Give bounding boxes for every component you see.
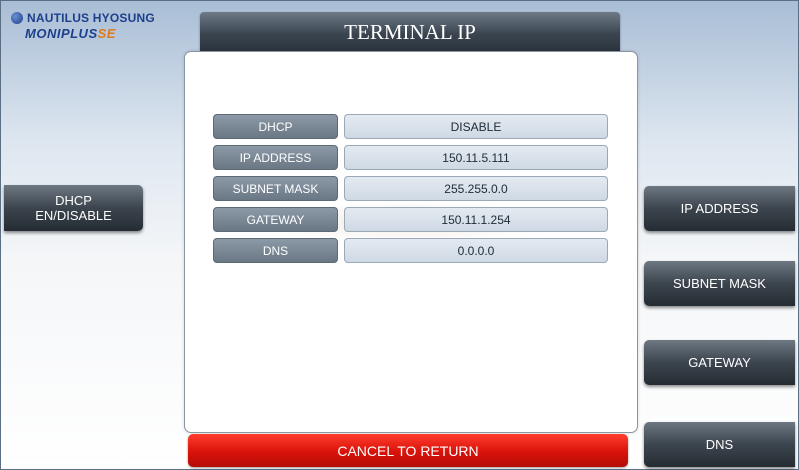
company-name: NAUTILUS HYOSUNG bbox=[27, 11, 155, 25]
dhcp-toggle-button[interactable]: DHCP EN/DISABLE bbox=[4, 185, 143, 231]
setting-row-dns: DNS 0.0.0.0 bbox=[213, 238, 608, 263]
setting-value: 255.255.0.0 bbox=[344, 176, 608, 201]
page-title: TERMINAL IP bbox=[200, 12, 620, 52]
setting-label: SUBNET MASK bbox=[213, 176, 338, 201]
ip-address-button-label: IP ADDRESS bbox=[680, 201, 759, 216]
dns-button-label: DNS bbox=[705, 437, 734, 452]
subnet-mask-button[interactable]: SUBNET MASK bbox=[644, 261, 795, 306]
gateway-button[interactable]: GATEWAY bbox=[644, 340, 795, 385]
setting-value: 0.0.0.0 bbox=[344, 238, 608, 263]
setting-value: 150.11.5.111 bbox=[344, 145, 608, 170]
dns-button[interactable]: DNS bbox=[644, 422, 795, 467]
setting-value: 150.11.1.254 bbox=[344, 207, 608, 232]
ip-address-button[interactable]: IP ADDRESS bbox=[644, 186, 795, 231]
company-name-line: NAUTILUS HYOSUNG bbox=[11, 11, 155, 25]
product-name: MONIPLUS bbox=[25, 26, 98, 41]
globe-icon bbox=[11, 12, 23, 24]
subnet-mask-button-label: SUBNET MASK bbox=[673, 276, 766, 291]
product-suffix: SE bbox=[97, 26, 116, 41]
cancel-button[interactable]: CANCEL TO RETURN bbox=[188, 434, 628, 467]
setting-label: DHCP bbox=[213, 114, 338, 139]
setting-row-dhcp: DHCP DISABLE bbox=[213, 114, 608, 139]
setting-row-gateway: GATEWAY 150.11.1.254 bbox=[213, 207, 608, 232]
setting-label: GATEWAY bbox=[213, 207, 338, 232]
settings-panel: DHCP DISABLE IP ADDRESS 150.11.5.111 SUB… bbox=[184, 51, 638, 433]
cancel-button-label: CANCEL TO RETURN bbox=[337, 442, 479, 459]
setting-row-ip-address: IP ADDRESS 150.11.5.111 bbox=[213, 145, 608, 170]
gateway-button-label: GATEWAY bbox=[688, 355, 751, 370]
dhcp-button-line2: EN/DISABLE bbox=[35, 208, 112, 223]
setting-label: DNS bbox=[213, 238, 338, 263]
setting-row-subnet-mask: SUBNET MASK 255.255.0.0 bbox=[213, 176, 608, 201]
setting-value: DISABLE bbox=[344, 114, 608, 139]
brand-logo: NAUTILUS HYOSUNG MONIPLUSSE bbox=[11, 11, 155, 41]
product-logo: MONIPLUSSE bbox=[25, 26, 155, 41]
setting-label: IP ADDRESS bbox=[213, 145, 338, 170]
dhcp-button-line1: DHCP bbox=[55, 193, 92, 208]
